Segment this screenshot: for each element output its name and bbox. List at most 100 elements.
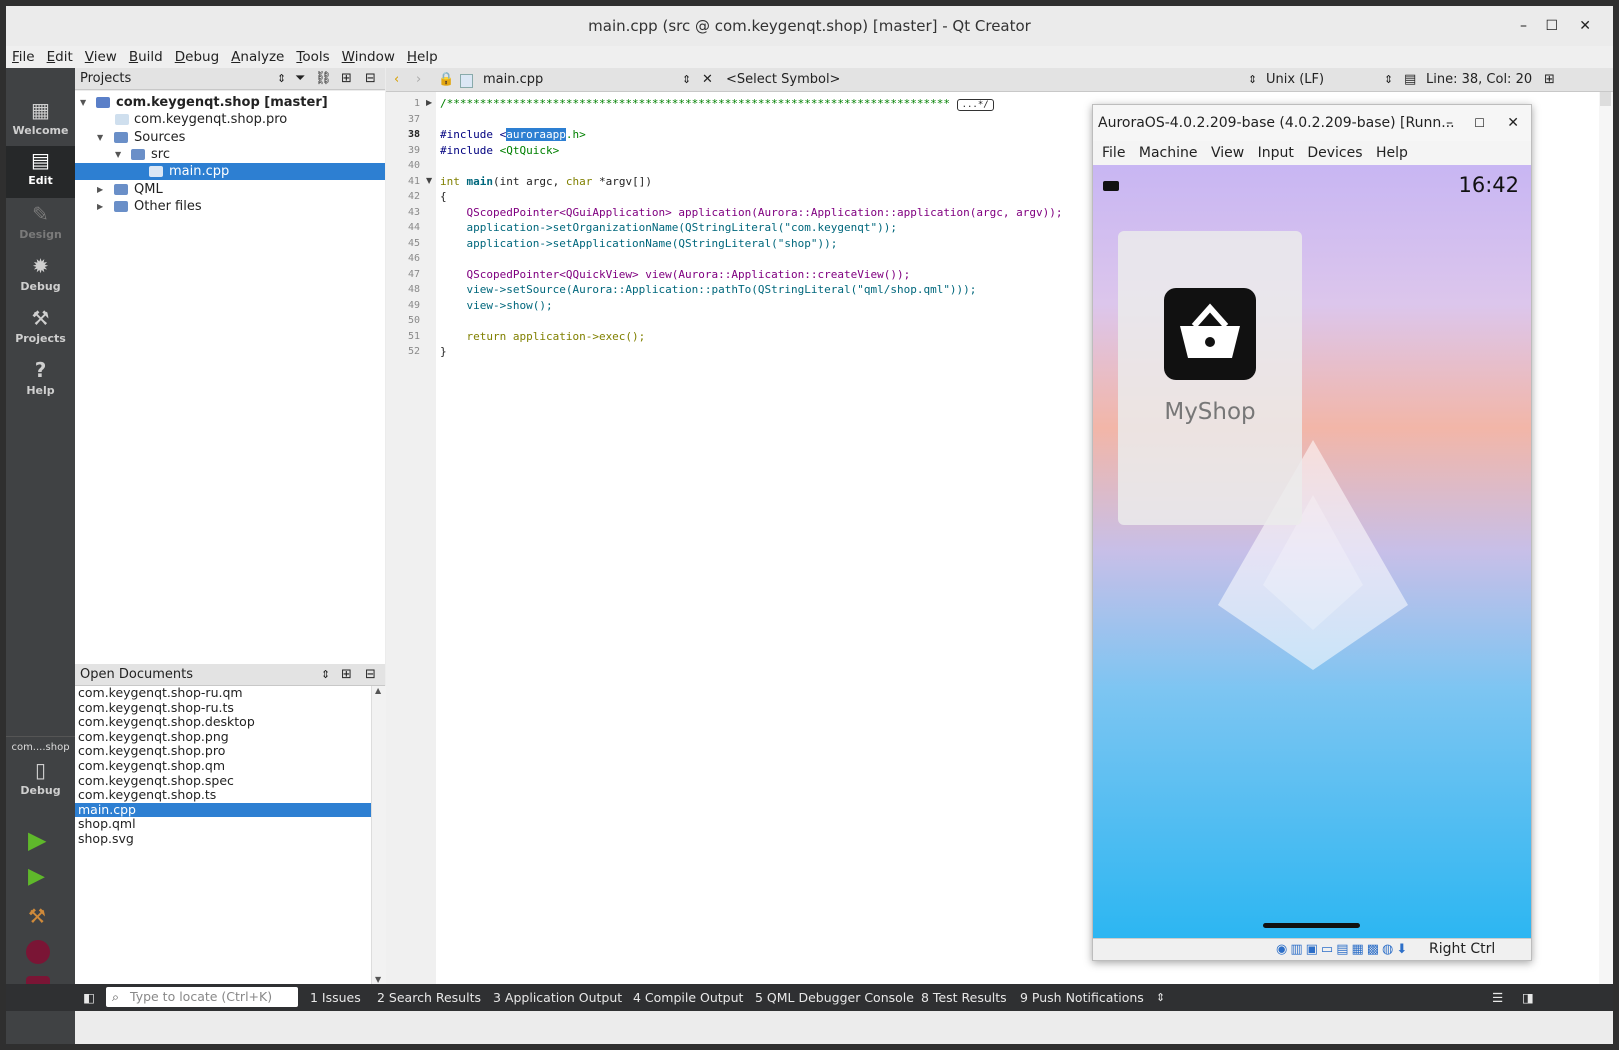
documents-scrollbar[interactable]: ▲ ▼ (371, 686, 386, 984)
vm-menu-devices[interactable]: Devices (1307, 145, 1362, 161)
toggle-sidebar-icon[interactable]: ◧ (83, 984, 95, 1011)
menu-build[interactable]: Build (123, 46, 169, 68)
open-document-item[interactable]: com.keygenqt.shop.ts (75, 788, 371, 803)
tab-push-notifications[interactable]: 9 Push Notifications (1020, 984, 1144, 1011)
tree-item-other-files[interactable]: ▶ Other files (75, 198, 385, 215)
tab-test-results[interactable]: 8 Test Results (921, 984, 1007, 1011)
cursor-position[interactable]: Line: 38, Col: 20 (1426, 68, 1532, 91)
sort-arrows-icon[interactable]: ⇕ (1248, 68, 1257, 91)
sort-arrows-icon[interactable]: ⇕ (321, 664, 330, 686)
run-button[interactable]: ▶ (28, 826, 46, 854)
aurora-run-icon[interactable] (26, 940, 50, 964)
split-icon[interactable]: ⊞ (341, 664, 352, 686)
editor-scrollbar[interactable] (1599, 92, 1613, 984)
open-document-item[interactable]: shop.qml (75, 817, 371, 832)
minimize-icon[interactable]: – (1520, 6, 1527, 46)
forward-icon[interactable]: › (416, 68, 421, 91)
sort-arrows-icon[interactable]: ⇕ (277, 68, 286, 90)
link-icon[interactable]: ⛓ (315, 68, 332, 90)
open-document-item[interactable]: com.keygenqt.shop.spec (75, 773, 371, 789)
open-document-item[interactable]: shop.svg (75, 831, 371, 847)
tree-item-project[interactable]: ▼ com.keygenqt.shop [master] (75, 94, 385, 111)
chevron-right-icon[interactable]: ▶ (97, 181, 103, 198)
filter-icon[interactable]: ⏷ (295, 68, 305, 90)
mode-welcome[interactable]: ▦ Welcome (6, 96, 75, 148)
debug-run-button[interactable]: ▶ (28, 864, 45, 889)
vm-menu-view[interactable]: View (1211, 145, 1244, 161)
toggle-right-sidebar-icon[interactable]: ◨ (1522, 984, 1534, 1011)
scroll-thumb[interactable] (1600, 92, 1611, 106)
menu-tools[interactable]: Tools (290, 46, 335, 68)
close-icon[interactable]: ✕ (1507, 105, 1519, 141)
build-hammer-icon[interactable]: ⚒ (28, 904, 46, 928)
open-document-item[interactable]: com.keygenqt.shop-ru.qm (75, 685, 371, 701)
home-indicator[interactable] (1263, 923, 1360, 928)
sort-arrows-icon[interactable]: ⇕ (1384, 68, 1393, 91)
open-document-item[interactable]: com.keygenqt.shop.desktop (75, 715, 371, 730)
kit-selector[interactable]: ▯ Debug (6, 756, 75, 808)
vm-device-icons[interactable]: ◉▥▣▭▤▦▩◍⬇ (1276, 939, 1410, 960)
tab-issues[interactable]: 1 Issues (310, 984, 361, 1011)
mode-help[interactable]: ? Help (6, 356, 75, 408)
back-icon[interactable]: ‹ (394, 68, 399, 91)
vm-menu-machine[interactable]: Machine (1139, 145, 1198, 161)
minimize-icon[interactable]: – (1446, 105, 1453, 141)
tree-item-sources[interactable]: ▼ Sources (75, 129, 385, 146)
tree-item-pro-file[interactable]: com.keygenqt.shop.pro (75, 111, 385, 128)
chevron-down-icon[interactable]: ▼ (97, 129, 103, 146)
menu-help[interactable]: Help (401, 46, 444, 68)
mode-edit[interactable]: ▤ Edit (6, 146, 75, 198)
mode-debug[interactable]: ✹ Debug (6, 252, 75, 304)
fold-arrow-icon[interactable]: ▶ (426, 98, 432, 107)
close-icon[interactable]: ✕ (1579, 6, 1591, 46)
split-icon[interactable]: ⊞ (341, 68, 352, 90)
chevron-right-icon[interactable]: ▶ (97, 198, 103, 215)
progress-details-icon[interactable]: ☰ (1492, 984, 1503, 1011)
close-pane-icon[interactable]: ⊟ (365, 68, 376, 90)
outline-icon[interactable]: ▤ (1404, 68, 1416, 91)
tab-qml-debugger-console[interactable]: 5 QML Debugger Console (755, 984, 914, 1011)
app-cover[interactable]: MyShop (1118, 231, 1302, 525)
menu-analyze[interactable]: Analyze (225, 46, 290, 68)
locator-input[interactable]: ⌕ Type to locate (Ctrl+K) (106, 987, 298, 1007)
open-document-item[interactable]: main.cpp (75, 802, 371, 818)
menu-file[interactable]: File (6, 46, 41, 68)
mode-projects[interactable]: ⚒ Projects (6, 304, 75, 356)
tab-compile-output[interactable]: 4 Compile Output (633, 984, 743, 1011)
scroll-up-icon[interactable]: ▲ (375, 686, 381, 695)
tree-item-main-cpp[interactable]: main.cpp (75, 163, 385, 180)
line-ending-combo[interactable]: Unix (LF) (1266, 68, 1324, 91)
tree-item-src[interactable]: ▼ src (75, 146, 385, 163)
tree-item-qml[interactable]: ▶ QML (75, 181, 385, 198)
lock-icon[interactable]: 🔒 (438, 68, 454, 91)
tab-application-output[interactable]: 3 Application Output (493, 984, 622, 1011)
vm-menu-help[interactable]: Help (1376, 145, 1408, 161)
scroll-down-icon[interactable]: ▼ (375, 975, 381, 984)
more-tabs-icon[interactable]: ⇕ (1156, 984, 1165, 1011)
vm-menu-file[interactable]: File (1102, 145, 1125, 161)
chevron-down-icon[interactable]: ▼ (80, 94, 86, 111)
vm-screen[interactable]: 16:42 MyShop (1093, 165, 1531, 939)
editor-file-combo[interactable]: main.cpp (483, 68, 543, 91)
open-document-item[interactable]: com.keygenqt.shop.qm (75, 758, 371, 774)
open-document-item[interactable]: com.keygenqt.shop.pro (75, 744, 371, 759)
menu-window[interactable]: Window (336, 46, 401, 68)
open-document-item[interactable]: com.keygenqt.shop-ru.ts (75, 700, 371, 716)
close-pane-icon[interactable]: ⊟ (365, 664, 376, 686)
menu-view[interactable]: View (79, 46, 123, 68)
chevron-down-icon[interactable]: ▼ (115, 146, 121, 163)
mode-design[interactable]: ✎ Design (6, 200, 75, 252)
split-icon[interactable]: ⊞ (1544, 68, 1555, 91)
close-document-icon[interactable]: ✕ (702, 68, 713, 91)
menu-debug[interactable]: Debug (169, 46, 225, 68)
open-document-item[interactable]: com.keygenqt.shop.png (75, 729, 371, 745)
fold-marker[interactable]: ...*/ (956, 99, 994, 111)
maximize-icon[interactable]: ☐ (1474, 105, 1485, 141)
tab-search-results[interactable]: 2 Search Results (377, 984, 481, 1011)
maximize-icon[interactable]: ☐ (1545, 6, 1558, 46)
vm-menu-input[interactable]: Input (1258, 145, 1294, 161)
menu-edit[interactable]: Edit (41, 46, 79, 68)
sort-arrows-icon[interactable]: ⇕ (682, 68, 691, 91)
symbol-combo[interactable]: <Select Symbol> (726, 68, 840, 91)
fold-arrow-icon[interactable]: ▼ (426, 176, 432, 185)
